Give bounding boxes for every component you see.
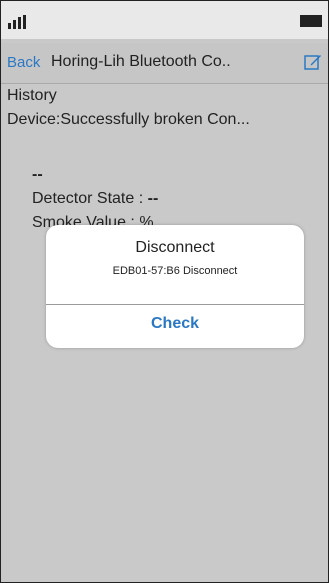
disconnect-alert: Disconnect EDB01-57:B6 Disconnect Check bbox=[46, 225, 304, 348]
device-name-placeholder: -- bbox=[32, 166, 43, 183]
battery-icon bbox=[300, 15, 322, 27]
history-label[interactable]: History bbox=[7, 87, 57, 105]
nav-title: Horing-Lih Bluetooth Co.. bbox=[51, 53, 231, 70]
device-status: Device:Successfully broken Con... bbox=[7, 111, 250, 128]
phone-screen: Back Horing-Lih Bluetooth Co.. History D… bbox=[0, 0, 329, 583]
check-button[interactable]: Check bbox=[46, 304, 304, 348]
detector-state: Detector State : -- bbox=[32, 190, 158, 208]
signal-bars-icon bbox=[8, 15, 26, 29]
edit-icon[interactable] bbox=[304, 53, 322, 71]
navigation-bar: Back Horing-Lih Bluetooth Co.. bbox=[1, 43, 328, 84]
detector-state-label: Detector State : bbox=[32, 190, 148, 207]
back-button[interactable]: Back bbox=[7, 54, 40, 71]
alert-title: Disconnect bbox=[135, 239, 215, 256]
status-bar bbox=[1, 1, 328, 39]
alert-message: EDB01-57:B6 Disconnect bbox=[112, 265, 238, 277]
detector-state-value: -- bbox=[147, 190, 159, 207]
